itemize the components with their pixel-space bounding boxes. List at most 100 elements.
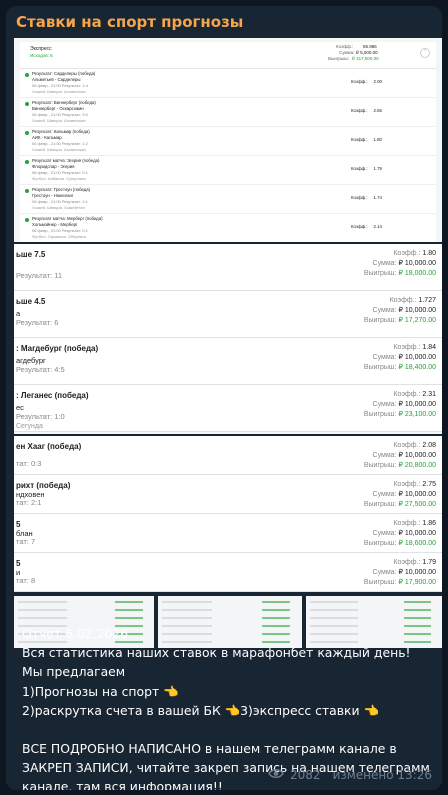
bet-odds: Коэфф.: 2.08 Сумма: ₽ 10,000.00 Выигрыш: ₽… bbox=[364, 441, 436, 471]
leg-odds: Коэфф.: 2.65 bbox=[345, 108, 382, 113]
win-value: ₽ 23,100.00 bbox=[398, 411, 436, 418]
thumbnail-value bbox=[403, 609, 432, 611]
win-label: Выигрыш: bbox=[363, 540, 397, 547]
check-icon bbox=[25, 189, 29, 193]
eye-icon bbox=[268, 768, 284, 782]
leg-league: Хоккей. Швеция. Алсвенскан bbox=[32, 147, 86, 152]
bet-screenshot-1[interactable]: Экспресс Исходов: 6 Коэфф.: 65.986 Сумма… bbox=[14, 38, 442, 242]
leg-event: Флоридспар - Эгерия bbox=[32, 164, 75, 169]
express-subtitle: Исходов: 6 bbox=[30, 53, 53, 58]
express-win-value: ₽ 317,500.00 bbox=[352, 56, 379, 61]
bet-market: 5 bbox=[16, 520, 21, 529]
leg-event: Грестоун - Нюнеланг bbox=[32, 193, 74, 198]
win-label: Выигрыш: bbox=[363, 501, 397, 508]
thumbnail-line bbox=[18, 601, 67, 603]
odds-label: Коэфф.: bbox=[393, 559, 421, 566]
leg-market: Результат: Кальмар (победа) bbox=[32, 129, 90, 134]
message-line: Отчет 6.02.2026 bbox=[22, 626, 129, 641]
bet-row[interactable]: ьше 4.5 а Результат: 6 Коэфф.: 1.727 Сумма: … bbox=[14, 291, 442, 338]
stake-value: ₽ 10,000.00 bbox=[398, 260, 436, 267]
leg-event: Виннерберг - Оскарсхамн bbox=[32, 106, 84, 111]
stake-label: Сумма: bbox=[372, 260, 397, 267]
stake-value: ₽ 10,000.00 bbox=[398, 452, 436, 459]
bet-result: Результат: 4:5 bbox=[16, 365, 65, 375]
thumbnail-value bbox=[403, 601, 432, 603]
stake-value: ₽ 10,000.00 bbox=[398, 569, 436, 576]
leg-odds-label: Коэфф.: bbox=[351, 166, 368, 171]
win-value: ₽ 17,270.00 bbox=[398, 317, 436, 324]
bet-row[interactable]: : Магдебург (победа) агдебург Результат: 4… bbox=[14, 338, 442, 385]
bet-result: Результат: 6 bbox=[16, 318, 59, 328]
bet-row[interactable]: рихт (победа) ндховен тат: 2:1 Коэфф.: 2.75… bbox=[14, 475, 442, 514]
bet-result: тат: 0:3 bbox=[16, 458, 42, 468]
bet-row[interactable]: ен Хааг (победа) тат: 0:3 Коэфф.: 2.08 Сумм… bbox=[14, 436, 442, 475]
express-title: Экспресс bbox=[30, 46, 52, 52]
leg-odds: Коэфф.: 1.79 bbox=[345, 166, 382, 171]
express-leg: Результат: Виннерберг (победа) Виннерберг… bbox=[20, 98, 436, 127]
leg-market: Результат: Грестоун (победа) bbox=[32, 187, 91, 192]
stake-label: Сумма: bbox=[372, 530, 397, 537]
bet-event: а bbox=[16, 308, 21, 318]
odds-value: 2.31 bbox=[422, 391, 436, 398]
stake-label: Сумма: bbox=[372, 307, 397, 314]
bet-row[interactable]: 5 и тат: 8 Коэфф.: 1.79 Сумма: ₽ 10,000.00 Вы… bbox=[14, 553, 442, 592]
bet-screenshot-2[interactable]: ьше 7.5 Результат: 11 Коэфф.: 1.80 Сумма: ₽… bbox=[14, 244, 442, 434]
bet-result: тат: 8 bbox=[16, 575, 36, 585]
edited-time: изменено 13:26 bbox=[332, 768, 432, 782]
bet-market: ьше 7.5 bbox=[16, 250, 46, 259]
message-header: Ставки на спорт прогнозы bbox=[6, 6, 442, 38]
win-value: ₽ 17,900.00 bbox=[398, 579, 436, 586]
thumbnail-value bbox=[114, 601, 143, 603]
leg-odds: Коэфф.: 2.14 bbox=[345, 224, 382, 229]
thumbnail-value bbox=[261, 617, 291, 619]
leg-league: Хоккей. Швеция. Алсвенскан bbox=[32, 89, 86, 94]
check-icon bbox=[25, 218, 29, 222]
odds-value: 1.80 bbox=[422, 250, 436, 257]
win-label: Выигрыш: bbox=[363, 579, 397, 586]
win-label: Выигрыш: bbox=[363, 364, 397, 371]
leg-odds-value: 1.80 bbox=[373, 137, 382, 142]
leg-result: 06 февр., 21:00 Результат: 1:2 bbox=[32, 141, 88, 146]
thumbnail-line bbox=[310, 601, 358, 603]
bet-screenshot-3[interactable]: ен Хааг (победа) тат: 0:3 Коэфф.: 2.08 Сумм… bbox=[14, 436, 442, 592]
odds-label: Коэфф.: bbox=[393, 442, 421, 449]
odds-label: Коэфф.: bbox=[393, 391, 421, 398]
leg-result: 06 февр., 21:00 Результат: 1:4 bbox=[32, 83, 88, 88]
leg-result: 06 февр., 21:00 Результат: 2:1 bbox=[32, 199, 88, 204]
leg-odds-value: 1.74 bbox=[373, 195, 382, 200]
odds-label: Коэфф.: bbox=[389, 297, 417, 304]
win-label: Выигрыш: bbox=[363, 411, 397, 418]
win-value: ₽ 20,800.00 bbox=[398, 462, 436, 469]
express-sum-label: Сумма: bbox=[339, 50, 355, 55]
stake-value: ₽ 10,000.00 bbox=[398, 354, 436, 361]
check-icon bbox=[25, 73, 29, 77]
stake-value: ₽ 10,000.00 bbox=[398, 530, 436, 537]
message-line: Мы предлагаем bbox=[22, 664, 126, 680]
bet-row[interactable]: ьше 7.5 Результат: 11 Коэфф.: 1.80 Сумма: ₽… bbox=[14, 244, 442, 291]
odds-label: Коэфф.: bbox=[393, 481, 421, 488]
stake-label: Сумма: bbox=[372, 569, 397, 576]
bet-event: агдебург bbox=[16, 355, 46, 365]
win-label: Выигрыш: bbox=[363, 317, 397, 324]
bet-row[interactable]: : Леганес (победа) ес Результат: 1:0 Сегунд… bbox=[14, 385, 442, 432]
leg-odds-value: 1.79 bbox=[373, 166, 382, 171]
channel-name[interactable]: Ставки на спорт прогнозы bbox=[16, 13, 243, 31]
bet-market: : Леганес (победа) bbox=[16, 391, 89, 400]
win-value: ₽ 18,000.00 bbox=[398, 270, 436, 277]
stake-value: ₽ 10,000.00 bbox=[398, 491, 436, 498]
bet-event: ес bbox=[16, 402, 24, 412]
leg-market: Результат: Виннерберг (победа) bbox=[32, 100, 96, 105]
bet-row[interactable]: 5 блан тат: 7 Коэфф.: 1.86 Сумма: ₽ 10,000.0… bbox=[14, 514, 442, 553]
express-win-label: Выигрыш: bbox=[328, 56, 349, 61]
leg-result: 06 февр., 21:00 Результат: 0:1 bbox=[32, 170, 88, 175]
bet-result: Результат: 11 bbox=[16, 271, 63, 281]
bet-market: ьше 4.5 bbox=[16, 297, 46, 306]
express-leg: Результат: Сарделеры (победа) Альметьев -… bbox=[20, 69, 436, 98]
leg-odds: Коэфф.: 1.80 bbox=[345, 137, 382, 142]
check-icon bbox=[25, 131, 29, 135]
leg-league: Хоккей. Швеция. Алсвенскан bbox=[32, 118, 86, 123]
thumbnail-value bbox=[261, 601, 291, 603]
bet-odds: Коэфф.: 2.31 Сумма: ₽ 10,000.00 Выигрыш: ₽… bbox=[364, 390, 436, 420]
check-icon bbox=[25, 102, 29, 106]
leg-odds-label: Коэфф.: bbox=[351, 137, 368, 142]
